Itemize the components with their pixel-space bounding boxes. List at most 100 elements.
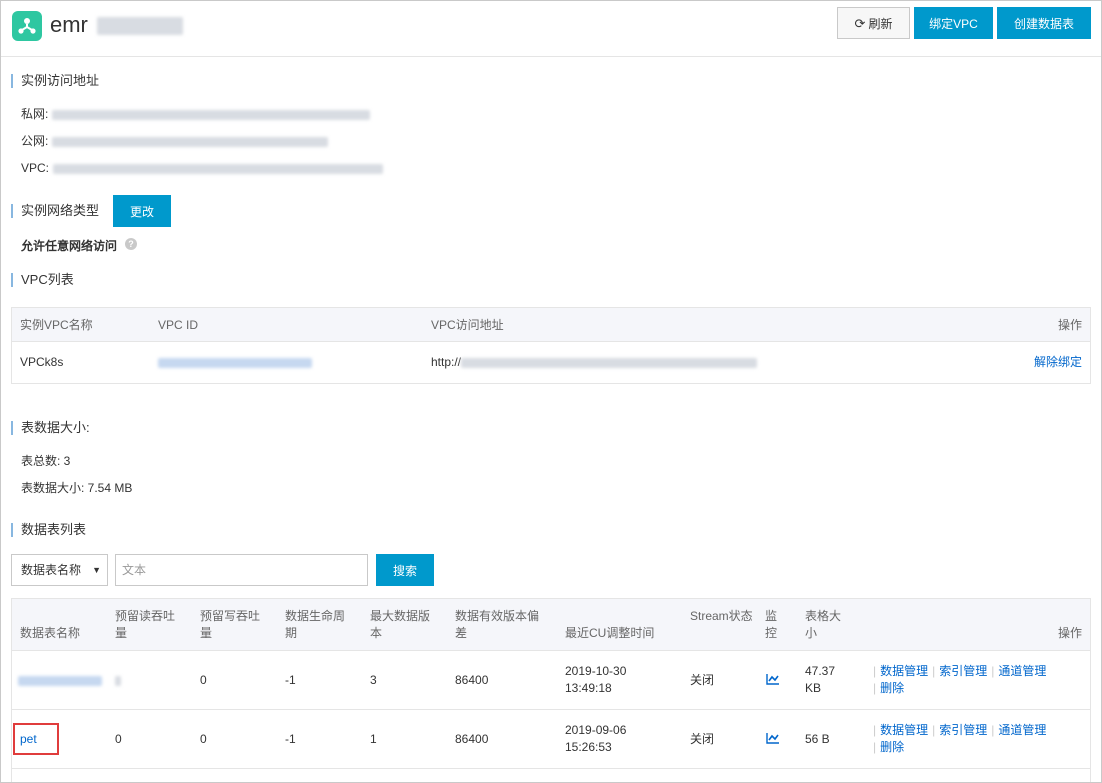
vpc-table-header: 实例VPC名称 VPC ID VPC访问地址 操作	[12, 308, 1090, 342]
tables-table-header: 数据表名称 预留读吞吐量 预留写吞吐量 数据生命周期 最大数据版本 数据有效版本…	[12, 599, 1090, 651]
instance-name-redacted	[97, 17, 183, 35]
vpc-table-row: VPCk8s http:// 解除绑定	[12, 342, 1090, 383]
create-table-button[interactable]: 创建数据表	[997, 7, 1091, 39]
action-separator: |	[873, 664, 877, 678]
page-header: emr ⟳ 刷新 绑定VPC 创建数据表	[1, 1, 1101, 57]
action-separator: |	[991, 664, 995, 678]
highlight-box	[13, 723, 59, 755]
version-deviation-value: 86400	[455, 732, 489, 746]
row-actions: | 数据管理 | 索引管理 | 通道管理 | 删除	[873, 722, 1046, 756]
index-manage-link[interactable]: 索引管理	[939, 664, 987, 678]
ttl-value: -1	[285, 732, 296, 746]
vpc-col-id: VPC ID	[158, 318, 199, 332]
total-data-size: 表数据大小: 7.54 MB	[21, 481, 133, 495]
cu-time-clock: 15:26:53	[565, 740, 612, 754]
vpc-col-action: 操作	[1057, 318, 1082, 332]
public-address-label: 公网:	[21, 134, 49, 148]
vpc-name: VPCk8s	[20, 355, 64, 369]
delete-link[interactable]: 删除	[880, 740, 904, 754]
write-throughput-value: 0	[200, 673, 207, 687]
table-row: 0 -1 3 86400 2019-10-30 13:49:18 关闭 47.3…	[12, 651, 1090, 710]
vpc-table: 实例VPC名称 VPC ID VPC访问地址 操作 VPCk8s http://…	[11, 307, 1091, 384]
col-write-throughput: 预留写吞吐量	[200, 609, 261, 640]
col-cu-time: 最近CU调整时间	[565, 626, 655, 640]
data-manage-link[interactable]: 数据管理	[880, 723, 928, 737]
cu-time-date: 2019-10-30	[565, 664, 627, 678]
unbind-vpc-link[interactable]: 解除绑定	[1034, 354, 1082, 370]
help-icon[interactable]: ?	[125, 238, 137, 250]
ttl-value: -1	[285, 673, 296, 687]
action-separator: |	[932, 664, 936, 678]
row-actions: | 数据管理 | 索引管理 | 通道管理 | 删除	[873, 663, 1046, 697]
vpc-address-label: VPC:	[21, 161, 50, 175]
data-manage-link[interactable]: 数据管理	[880, 664, 928, 678]
tunnel-manage-link[interactable]: 通道管理	[998, 664, 1046, 678]
refresh-label: 刷新	[868, 17, 893, 31]
delete-link[interactable]: 删除	[880, 681, 904, 695]
table-name-redacted	[18, 675, 102, 686]
action-separator: |	[873, 681, 877, 695]
col-table-name: 数据表名称	[20, 626, 81, 640]
public-address: 公网:	[21, 133, 329, 149]
vpc-id-value	[158, 354, 312, 370]
vpc-url-redacted	[461, 357, 758, 368]
action-separator: |	[873, 740, 877, 754]
stream-status-value: 关闭	[690, 732, 715, 746]
table-row: pet 0 0 -1 1 86400 2019-09-06 15:26:53 关…	[12, 710, 1090, 769]
total-tables: 表总数: 3	[21, 454, 71, 468]
index-manage-link[interactable]: 索引管理	[939, 723, 987, 737]
vpc-list-title: VPC列表	[11, 273, 74, 287]
search-input[interactable]	[115, 554, 368, 586]
table-size-title: 表数据大小:	[11, 421, 90, 435]
col-table-size: 表格大小	[805, 609, 842, 640]
monitor-chart-icon[interactable]	[766, 732, 780, 744]
vpc-url-prefix: http://	[431, 355, 462, 369]
table-name-link[interactable]	[18, 672, 102, 689]
action-separator: |	[991, 723, 995, 737]
vpc-address: VPC:	[21, 160, 384, 176]
search-field-value: 数据表名称	[21, 563, 82, 577]
action-separator: |	[932, 723, 936, 737]
refresh-icon: ⟳	[854, 16, 866, 31]
action-separator: |	[873, 723, 877, 737]
stream-status-value: 关闭	[690, 673, 715, 687]
private-address: 私网:	[21, 106, 371, 122]
table-size-value: 56 B	[805, 732, 830, 746]
chevron-down-icon: ▼	[92, 565, 101, 575]
tables-table: 数据表名称 预留读吞吐量 预留写吞吐量 数据生命周期 最大数据版本 数据有效版本…	[11, 598, 1091, 782]
monitor-chart-icon[interactable]	[766, 673, 780, 685]
console-page: emr ⟳ 刷新 绑定VPC 创建数据表 实例访问地址 私网: 公网: VPC: …	[0, 0, 1102, 783]
app-logo-icon	[12, 11, 42, 41]
tunnel-manage-link[interactable]: 通道管理	[998, 723, 1046, 737]
search-button[interactable]: 搜索	[376, 554, 434, 586]
change-network-button[interactable]: 更改	[113, 195, 171, 227]
write-throughput-value: 0	[200, 732, 207, 746]
col-read-throughput: 预留读吞吐量	[115, 609, 176, 640]
read-throughput-value: 0	[115, 732, 122, 746]
refresh-button[interactable]: ⟳ 刷新	[837, 7, 910, 39]
instance-title: emr	[50, 12, 88, 37]
private-address-value	[52, 109, 371, 120]
network-type-title: 实例网络类型	[11, 204, 99, 218]
col-monitor: 监控	[765, 609, 778, 640]
vpc-url: http://	[431, 354, 758, 370]
max-versions-value: 3	[370, 673, 377, 687]
col-stream-status: Stream状态	[690, 609, 753, 623]
vpc-col-address: VPC访问地址	[431, 318, 504, 332]
read-throughput-value	[115, 672, 121, 689]
col-ttl: 数据生命周期	[285, 609, 346, 640]
version-deviation-value: 86400	[455, 673, 489, 687]
vpc-col-name: 实例VPC名称	[20, 318, 93, 332]
search-field-select[interactable]: 数据表名称 ▼	[11, 554, 108, 586]
table-list-title: 数据表列表	[11, 523, 86, 537]
read-throughput-redacted	[115, 675, 121, 686]
bind-vpc-button[interactable]: 绑定VPC	[914, 7, 993, 39]
network-policy-text: 允许任意网络访问	[21, 239, 118, 253]
table-size-unit: KB	[805, 681, 822, 695]
vpc-address-value	[53, 163, 384, 174]
col-actions: 操作	[1057, 626, 1082, 640]
max-versions-value: 1	[370, 732, 377, 746]
access-address-title: 实例访问地址	[11, 74, 99, 88]
vpc-id-redacted	[158, 357, 312, 368]
table-size-value: 47.37	[805, 664, 836, 678]
